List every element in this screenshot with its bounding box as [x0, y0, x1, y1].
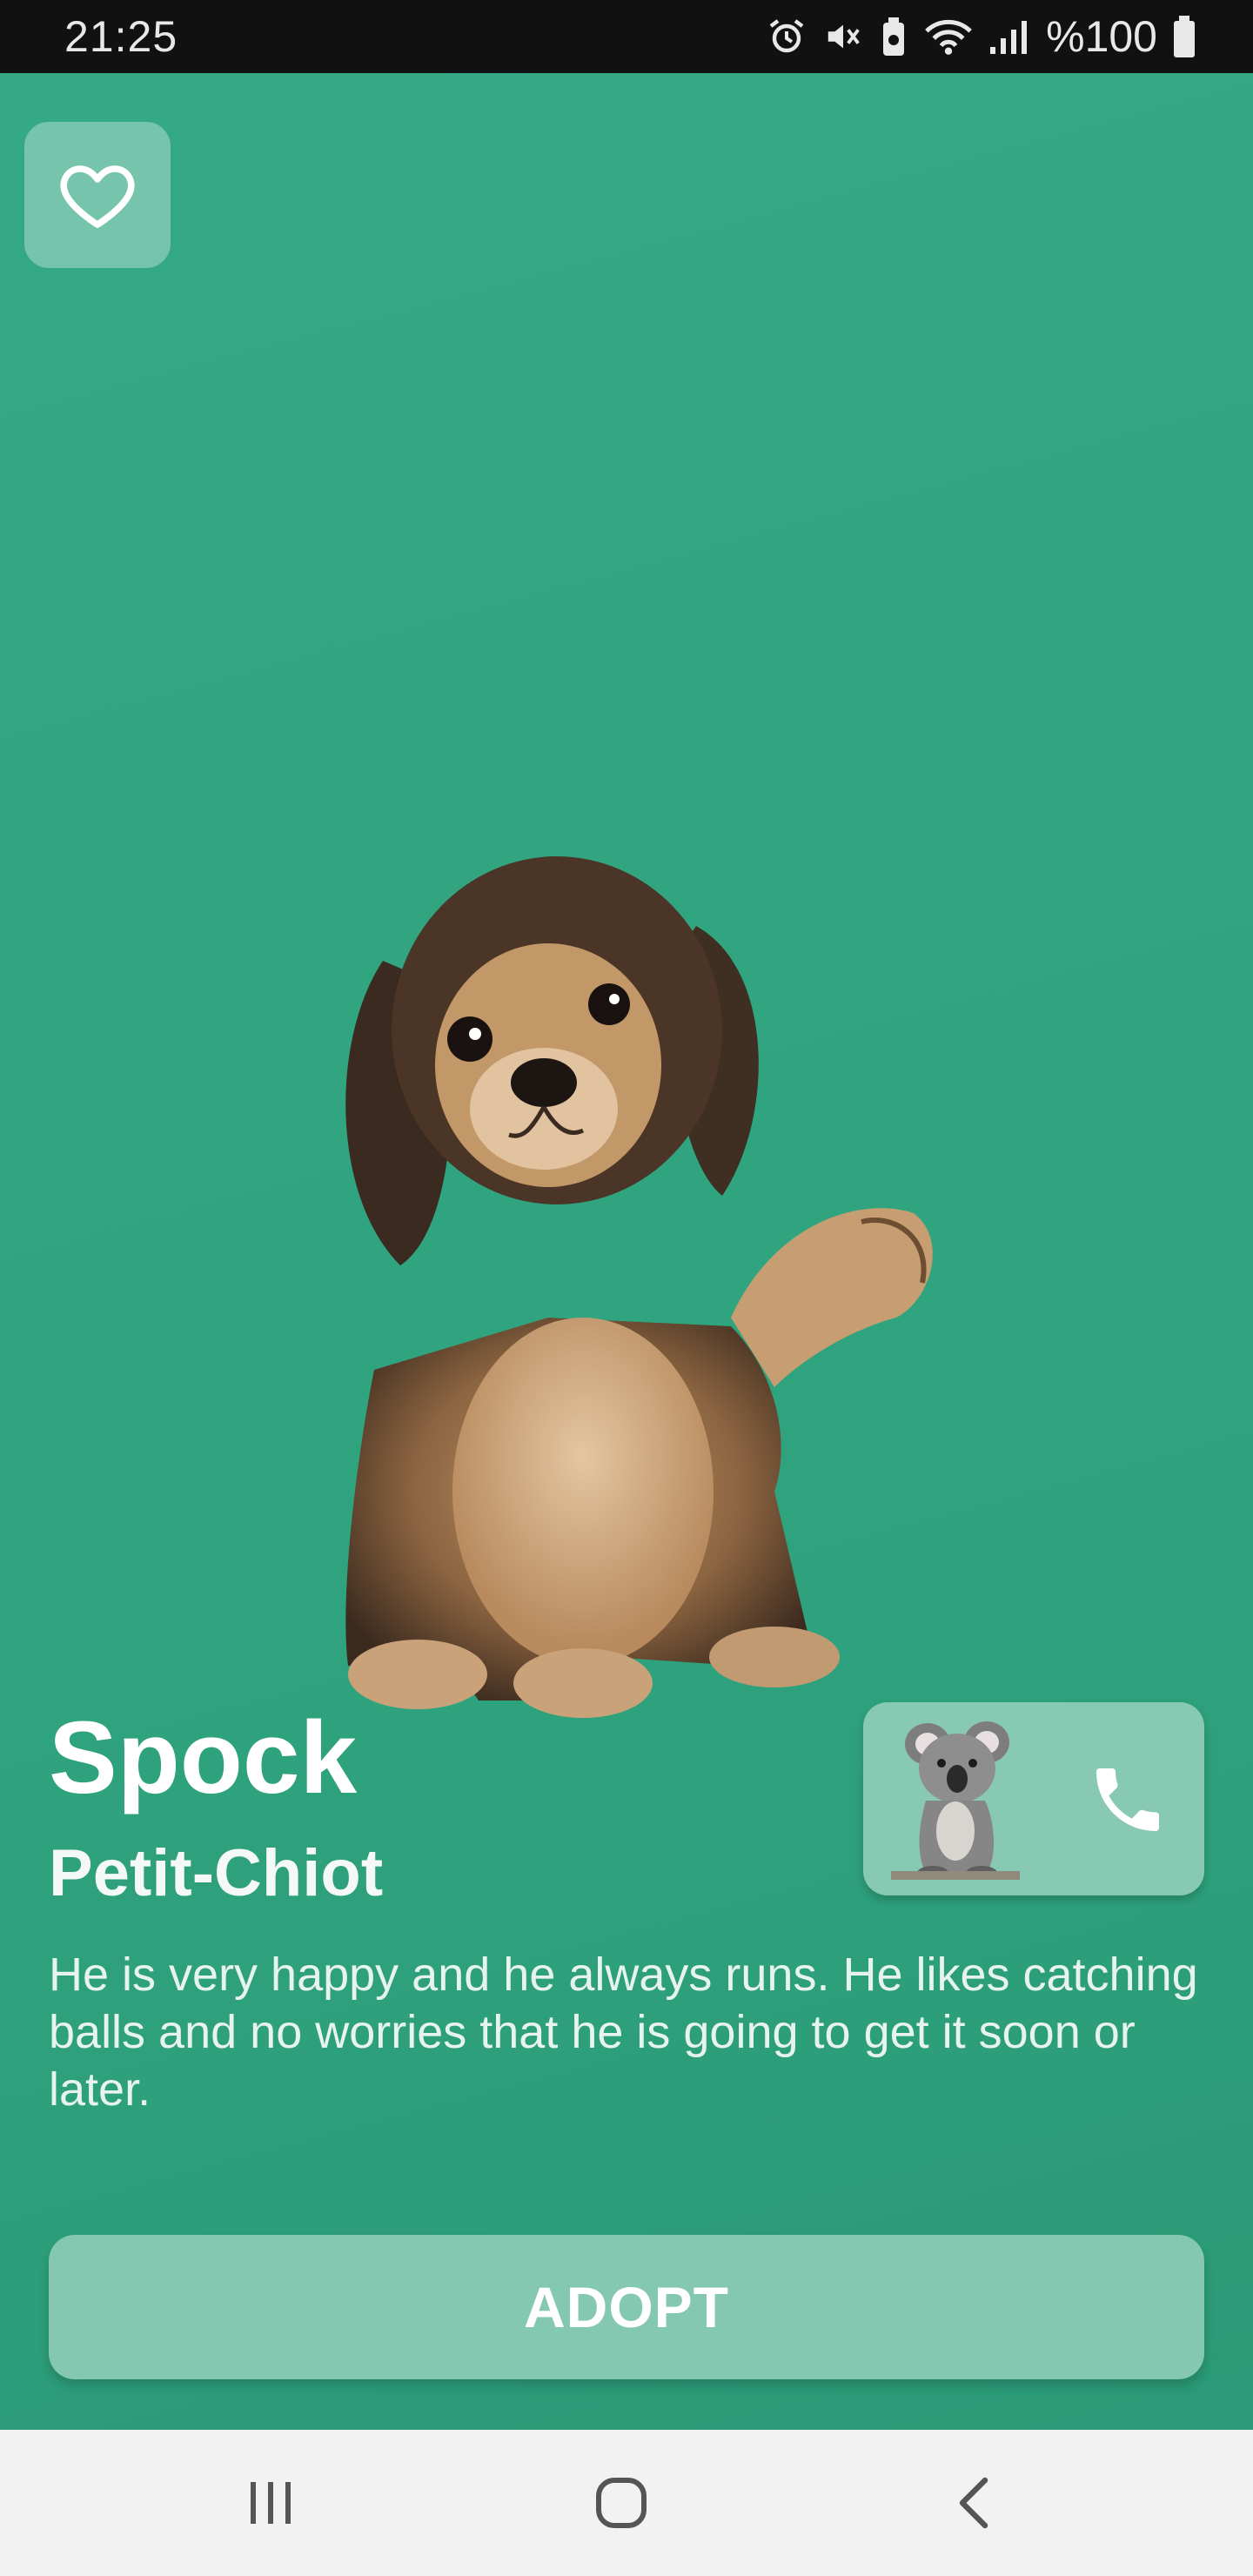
battery-saver-icon — [879, 16, 908, 57]
call-button[interactable] — [1072, 1744, 1183, 1855]
pet-photo — [345, 856, 933, 1718]
home-icon — [596, 2478, 647, 2528]
pet-breed: Petit-Chiot — [49, 1836, 384, 1910]
status-bar: 21:25 %100 — [0, 0, 1253, 73]
home-button[interactable] — [578, 2459, 665, 2546]
signal-icon — [988, 17, 1028, 56]
alarm-icon — [766, 16, 807, 57]
pet-detail-screen: Spock Petit-Chiot He is very happy and h… — [0, 73, 1253, 2430]
navigation-bar — [0, 2430, 1253, 2576]
battery-percent: %100 — [1046, 12, 1157, 61]
heart-outline-icon — [60, 165, 135, 228]
wifi-icon — [924, 17, 973, 57]
back-button[interactable] — [929, 2459, 1016, 2546]
recent-apps-icon — [251, 2482, 291, 2524]
owner-avatar — [891, 1721, 1020, 1880]
status-icons: %100 — [766, 12, 1196, 61]
battery-icon — [1173, 16, 1196, 57]
adopt-button[interactable]: ADOPT — [49, 2235, 1204, 2379]
recent-apps-button[interactable] — [228, 2459, 315, 2546]
mute-icon — [823, 17, 863, 57]
pet-description: He is very happy and he always runs. He … — [49, 1949, 1198, 2116]
back-icon — [959, 2477, 988, 2529]
owner-contact-card — [863, 1702, 1204, 1895]
phone-icon — [1096, 1768, 1159, 1831]
status-time: 21:25 — [64, 12, 178, 61]
pet-name: Spock — [49, 1701, 358, 1815]
favorite-button[interactable] — [24, 122, 171, 268]
